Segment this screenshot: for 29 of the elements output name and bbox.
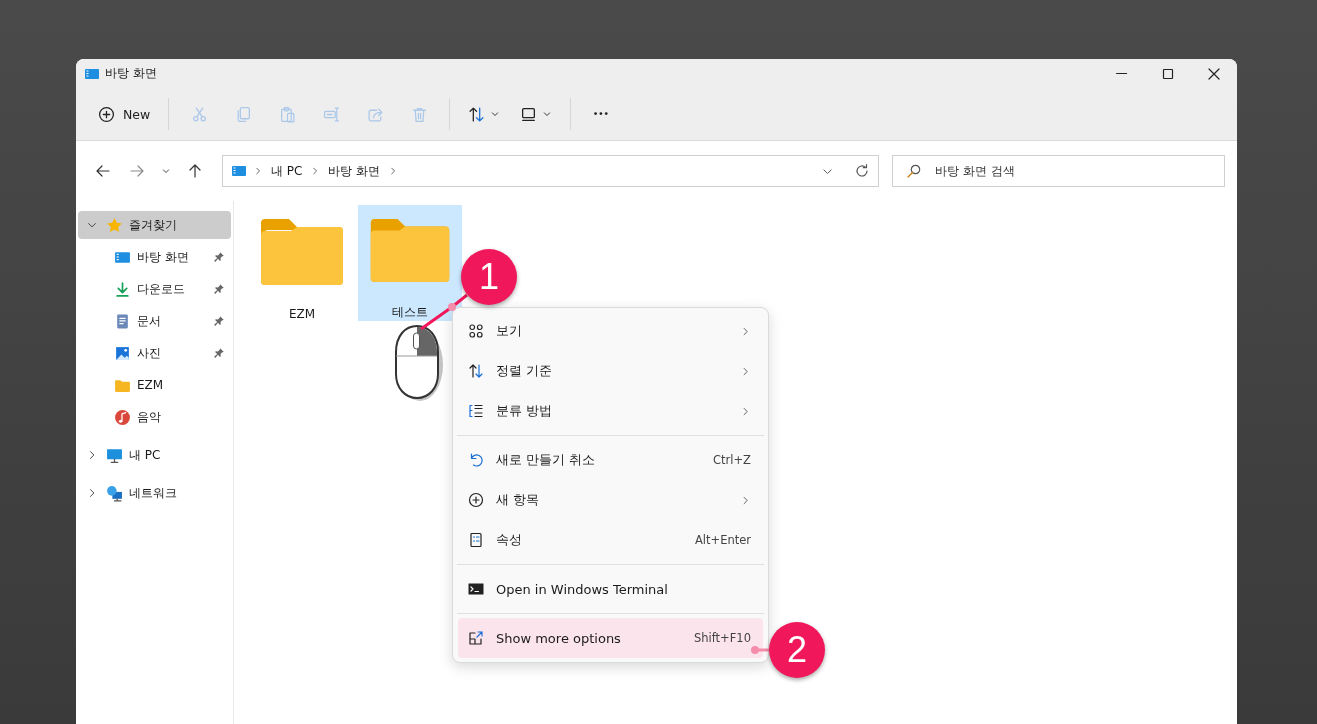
sidebar-item[interactable]: 내 PC	[78, 441, 231, 469]
menu-item[interactable]: 속성 Alt+Enter	[458, 520, 763, 560]
menu-item[interactable]: 정렬 기준	[458, 351, 763, 391]
callout-badge: 2	[769, 622, 825, 678]
breadcrumb[interactable]: 내 PC	[269, 162, 305, 180]
breadcrumb[interactable]: 바탕 화면	[326, 162, 383, 180]
menu-item[interactable]: Show more options Shift+F10	[458, 618, 763, 658]
menu-item[interactable]: 새로 만들기 취소 Ctrl+Z	[458, 440, 763, 480]
shortcut-text: Alt+Enter	[694, 533, 751, 547]
sidebar-item[interactable]: 문서	[78, 307, 231, 335]
sidebar-item[interactable]: 사진	[78, 339, 231, 367]
address-bar[interactable]: 내 PC 바탕 화면	[222, 155, 879, 187]
sidebar-item[interactable]: 즐겨찾기	[78, 211, 231, 239]
folder-item[interactable]: 테스트	[358, 205, 462, 321]
search-field[interactable]: 바탕 화면 검색	[892, 155, 1225, 187]
shortcut-text: Shift+F10	[693, 631, 751, 645]
sidebar-item[interactable]: 음악	[78, 403, 231, 431]
shortcut-text: Ctrl+Z	[713, 453, 751, 467]
callout-badge: 1	[461, 249, 517, 305]
menu-item[interactable]: Open in Windows Terminal	[458, 569, 763, 609]
new-button[interactable]: New	[88, 99, 161, 129]
window-title: 바탕 화면	[105, 65, 157, 82]
sidebar-item[interactable]: 다운로드	[78, 275, 231, 303]
menu-item[interactable]: 분류 방법	[458, 391, 763, 431]
sidebar-item[interactable]: 네트워크	[78, 479, 231, 507]
folder-item[interactable]: EZM	[250, 205, 354, 321]
sidebar-item[interactable]: EZM	[78, 371, 231, 399]
menu-item[interactable]: 새 항목	[458, 480, 763, 520]
sidebar-item[interactable]: 바탕 화면	[78, 243, 231, 271]
